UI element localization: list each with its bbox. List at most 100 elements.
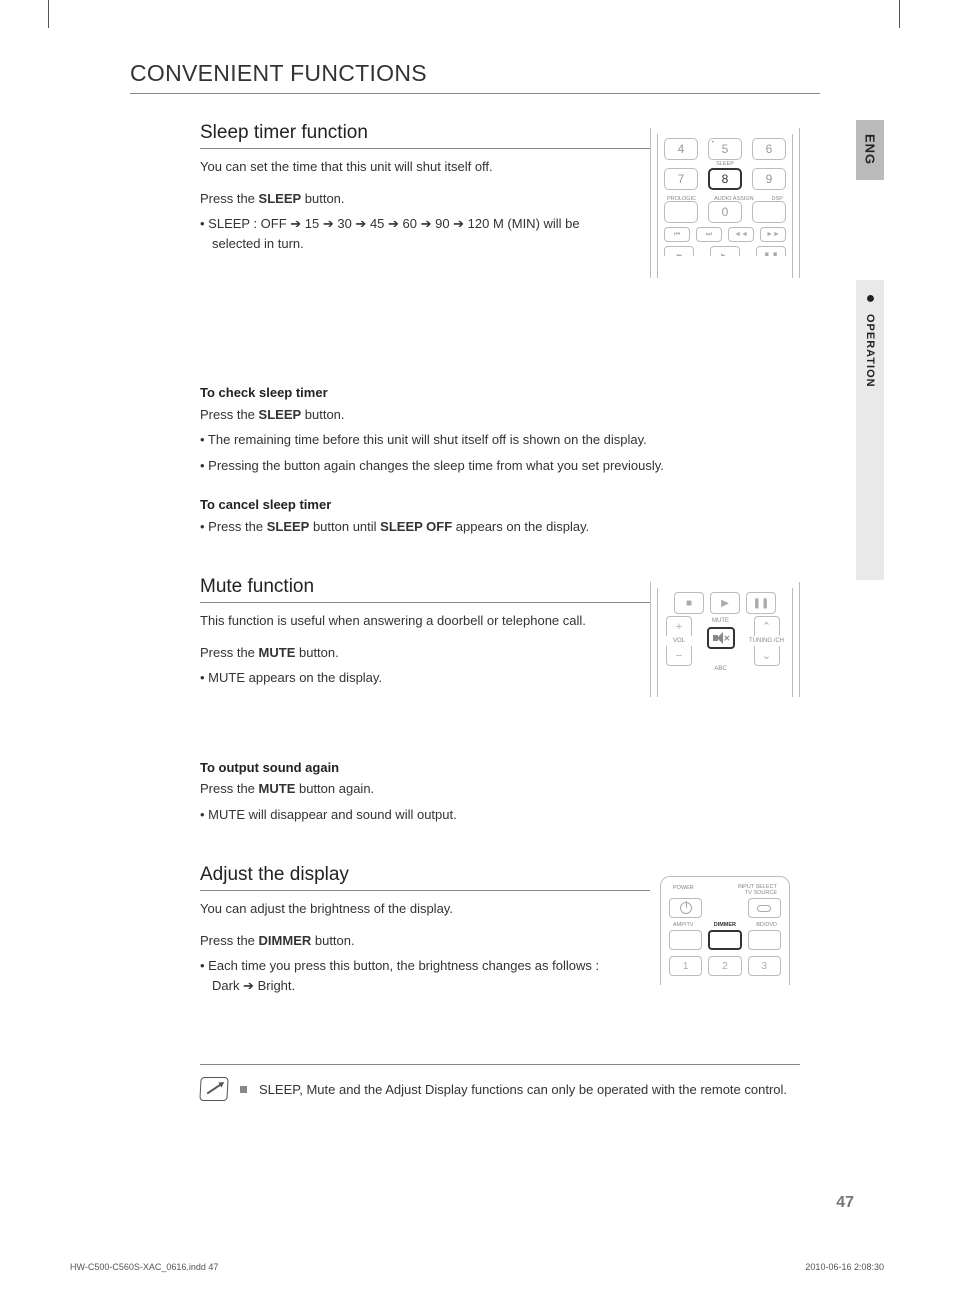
footer-timestamp: 2010-06-16 2:08:30 [805, 1262, 884, 1272]
power-icon [680, 902, 692, 914]
note-text: SLEEP, Mute and the Adjust Display funct… [259, 1082, 787, 1097]
note-pencil-icon [199, 1077, 228, 1101]
remote-btn-blank [752, 201, 786, 223]
text: appears on the display. [452, 519, 589, 534]
dimmer-b1: • Each time you press this button, the b… [200, 956, 620, 995]
remote-btn-9: 9 [752, 168, 786, 190]
bold: SLEEP OFF [380, 519, 452, 534]
dimmer-section: Adjust the display You can adjust the br… [130, 864, 820, 1024]
bold: SLEEP [259, 407, 302, 422]
remote-btn-4: 4 [664, 138, 698, 160]
mute-body: This function is useful when answering a… [200, 611, 620, 824]
bold: SLEEP [267, 519, 310, 534]
play-icon: ▶ [710, 246, 740, 256]
vol-up-icon: + [666, 616, 692, 636]
tune-up-icon: ⌃ [754, 616, 780, 636]
remote-btn-5: •5 [708, 138, 742, 160]
remote-btn-6: 6 [752, 138, 786, 160]
content-area: CONVENIENT FUNCTIONS Sleep timer functio… [130, 60, 820, 1101]
label: MUTE [712, 618, 729, 624]
check-b1: • The remaining time before this unit wi… [200, 430, 670, 450]
rewind-icon: ◄◄ [728, 227, 754, 242]
text: Press the [200, 407, 259, 422]
again-head: To output sound again [200, 758, 620, 778]
tune-down-icon: ⌄ [754, 646, 780, 666]
bold: MUTE [259, 781, 296, 796]
language-tab: ENG [856, 120, 884, 180]
text: Press the [200, 933, 259, 948]
remote-btn-2: 2 [708, 956, 741, 976]
label: INPUT SELECT TV SOURCE [737, 885, 777, 896]
again-b1: • MUTE will disappear and sound will out… [200, 805, 620, 825]
play-icon: ▶ [710, 592, 740, 614]
check-b2: • Pressing the button again changes the … [200, 456, 670, 476]
remote-btn-0: 0 [708, 201, 742, 223]
sleep-press: Press the SLEEP button. [200, 189, 620, 209]
bold: MUTE [259, 645, 296, 660]
page-container: ENG ● OPERATION CONVENIENT FUNCTIONS Sle… [0, 0, 954, 1312]
tab-label: OPERATION [864, 314, 876, 388]
remote-btn-3: 3 [748, 956, 781, 976]
note-bullet-icon [240, 1086, 247, 1093]
footer: HW-C500-C560S-XAC_0616.indd 47 2010-06-1… [70, 1262, 884, 1272]
label: SLEEP [710, 161, 740, 167]
again-press: Press the MUTE button again. [200, 779, 620, 799]
mute-section: Mute function This function is useful wh… [130, 576, 820, 824]
cancel-line: • Press the SLEEP button until SLEEP OFF… [200, 517, 670, 537]
ffwd-icon: ►► [760, 227, 786, 242]
label: VOL [673, 638, 685, 644]
text: button. [301, 191, 344, 206]
check-head: To check sleep timer [200, 383, 620, 403]
remote-dimmer-illus: POWER INPUT SELECT TV SOURCE AMP/TV DIMM… [650, 870, 800, 985]
mute-b1: • MUTE appears on the display. [200, 668, 620, 688]
mute-press: Press the MUTE button. [200, 643, 620, 663]
dimmer-desc: You can adjust the brightness of the dis… [200, 899, 620, 919]
remote-btn-7: 7 [664, 168, 698, 190]
text: Press the [200, 191, 259, 206]
text: button. [295, 645, 338, 660]
label: DIMMER [714, 922, 736, 928]
power-button [669, 898, 702, 918]
remote-btn-blank [664, 201, 698, 223]
check-press: Press the SLEEP button. [200, 405, 620, 425]
stop-icon: ■ [674, 592, 704, 614]
text: button. [301, 407, 344, 422]
text: Press the [200, 645, 259, 660]
remote-btn-8-sleep: SLEEP8 [708, 168, 742, 190]
page-title: CONVENIENT FUNCTIONS [130, 60, 820, 94]
remote-btn-1: 1 [669, 956, 702, 976]
mute-button-hl: ✕ [707, 627, 735, 649]
source-icon [757, 905, 771, 912]
text: button again. [295, 781, 374, 796]
remote-mute-illus: ■ ▶ ❚❚ + VOL − MUTE ✕ [650, 582, 800, 697]
vol-down-icon: − [666, 646, 692, 666]
label: ABC [714, 666, 726, 672]
mute-desc: This function is useful when answering a… [200, 611, 620, 631]
sleep-bullet1: • SLEEP : OFF ➔ 15 ➔ 30 ➔ 45 ➔ 60 ➔ 90 ➔… [200, 214, 620, 253]
label: AMP/TV [673, 922, 693, 928]
tab-bullet: ● [861, 290, 879, 308]
text: button. [311, 933, 354, 948]
sleep-section: Sleep timer function You can set the tim… [130, 122, 820, 536]
pause-icon: ❚❚ [756, 246, 786, 256]
note-row: SLEEP, Mute and the Adjust Display funct… [200, 1064, 800, 1101]
section-tab: ● OPERATION [856, 280, 884, 580]
bd-dvd-button [748, 930, 781, 950]
dimmer-body: You can adjust the brightness of the dis… [200, 899, 620, 995]
skip-back-icon: ⏮ [664, 227, 690, 242]
remote-sleep-illus: 4 •5 6 7 SLEEP8 9 PROLOGIC AUDIO ASSIGN … [650, 128, 800, 278]
page-number: 47 [836, 1194, 854, 1212]
sleep-desc: You can set the time that this unit will… [200, 157, 620, 177]
footer-file: HW-C500-C560S-XAC_0616.indd 47 [70, 1262, 218, 1272]
skip-fwd-icon: ⏭ [696, 227, 722, 242]
cancel-head: To cancel sleep timer [200, 495, 620, 515]
text: button until [309, 519, 380, 534]
text: • Press the [200, 519, 267, 534]
bold: DIMMER [259, 933, 312, 948]
label: BD/DVD [756, 922, 777, 928]
amp-tv-button [669, 930, 702, 950]
text: Press the [200, 781, 259, 796]
dimmer-press: Press the DIMMER button. [200, 931, 620, 951]
input-select-button [748, 898, 781, 918]
sleep-body: You can set the time that this unit will… [200, 157, 620, 536]
